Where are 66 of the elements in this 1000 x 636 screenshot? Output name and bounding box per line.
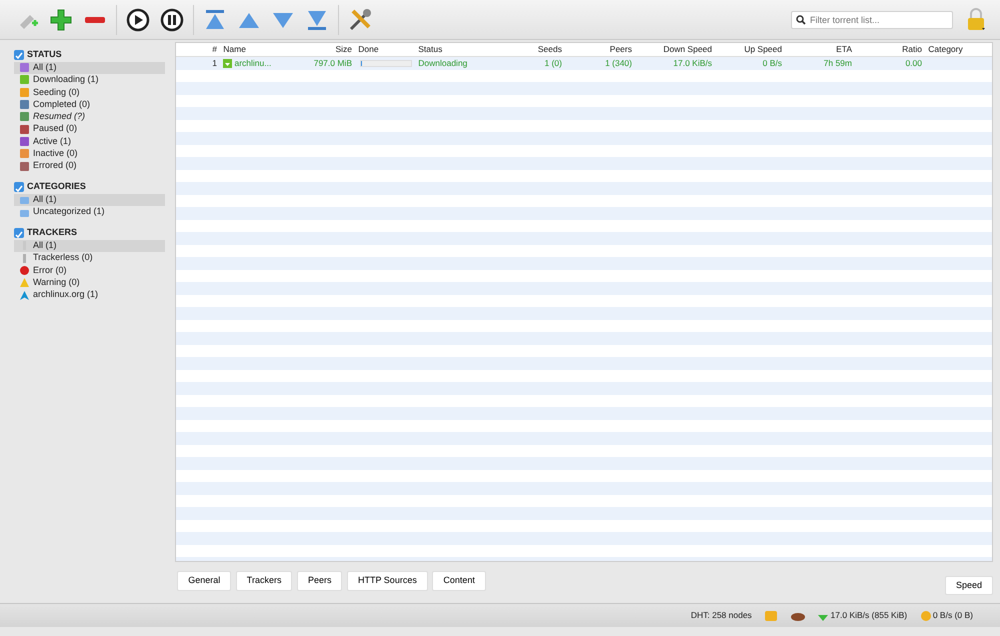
column-header[interactable]: Done [356, 43, 416, 56]
table-cell-text: 1 [211, 57, 218, 70]
group-title: TRACKERS [27, 226, 78, 240]
column-header[interactable]: Name [221, 43, 281, 56]
table-cell: archlinu... [234, 57, 272, 70]
filter-item[interactable]: Completed (0) [14, 98, 165, 111]
bar-icon [20, 241, 29, 250]
filter-item[interactable]: archlinux.org (1) [14, 288, 165, 302]
filter-item[interactable]: Resumed (?) [14, 110, 165, 123]
table-cell-text: 17.0 KiB/s [672, 57, 713, 70]
filter-item[interactable]: All (1) [14, 194, 165, 206]
play-icon[interactable] [125, 6, 151, 32]
table-cell-text: 7h 59m [822, 57, 853, 70]
add-icon[interactable] [48, 6, 74, 32]
column-header[interactable]: Up Speed [716, 43, 786, 56]
dht-status: DHT: 258 nodes [690, 609, 752, 622]
table-cell-text: 1 (0) [544, 57, 563, 70]
arch-icon [20, 290, 29, 300]
column-header[interactable]: Seeds [496, 43, 566, 56]
filter-item[interactable]: Trackerless (0) [14, 252, 165, 264]
column-header[interactable]: ETA [786, 43, 856, 56]
column-header[interactable]: Ratio [856, 43, 926, 56]
group-checkbox[interactable] [14, 50, 24, 60]
filter-item[interactable]: Inactive (0) [14, 148, 165, 160]
column-header[interactable]: Status [416, 43, 496, 56]
filter-item[interactable]: Uncategorized (1) [14, 206, 165, 218]
column-header[interactable]: Peers [566, 43, 636, 56]
warning-icon [20, 278, 29, 288]
group-checkbox[interactable] [14, 182, 24, 192]
table-cell-text: Downloading [417, 57, 468, 70]
group-checkbox[interactable] [14, 228, 24, 238]
pause-icon[interactable] [159, 6, 185, 32]
search-field[interactable]: Filter torrent list... [791, 10, 953, 28]
filter-item[interactable]: Active (1) [14, 135, 165, 148]
table-cell-text: 1 (340) [604, 57, 633, 70]
table-cell-text: 797.0 MiB [312, 57, 353, 70]
settings-icon[interactable] [347, 6, 373, 32]
detail-tab[interactable]: General [177, 571, 232, 590]
error-icon [20, 266, 29, 275]
filter-item[interactable]: Seeding (0) [14, 86, 165, 98]
filter-item[interactable]: All (1) [14, 240, 165, 252]
progress-bar [360, 60, 412, 67]
table-cell-text: 0 B/s [762, 57, 783, 70]
filter-item[interactable]: Error (0) [14, 264, 165, 277]
download-speed: 17.0 KiB/s (855 KiB) [830, 609, 908, 622]
group-title: STATUS [27, 48, 62, 61]
column-header[interactable]: # [176, 43, 221, 56]
download-icon [223, 58, 232, 68]
table-cell-text: 0.00 [904, 57, 923, 70]
column-header[interactable]: Down Speed [636, 43, 716, 56]
group-title: CATEGORIES [27, 180, 86, 194]
detail-tab[interactable]: Trackers [236, 571, 292, 590]
detail-tab[interactable]: Peers [296, 571, 342, 590]
upload-speed: 0 B/s (0 B) [932, 609, 973, 622]
filter-item[interactable]: Errored (0) [14, 160, 165, 172]
detail-tab[interactable]: Content [432, 571, 486, 590]
search-icon [796, 14, 806, 24]
filter-item[interactable]: Paused (0) [14, 122, 165, 136]
bar-icon [20, 254, 29, 263]
column-header[interactable]: Size [281, 43, 356, 56]
detail-tab[interactable]: HTTP Sources [346, 571, 428, 590]
filter-item[interactable]: Warning (0) [14, 276, 165, 289]
filter-item[interactable]: All (1) [14, 62, 165, 74]
speed-button[interactable]: Speed [944, 576, 993, 595]
filter-item[interactable]: Downloading (1) [14, 74, 165, 86]
column-header[interactable]: Category [926, 43, 986, 56]
